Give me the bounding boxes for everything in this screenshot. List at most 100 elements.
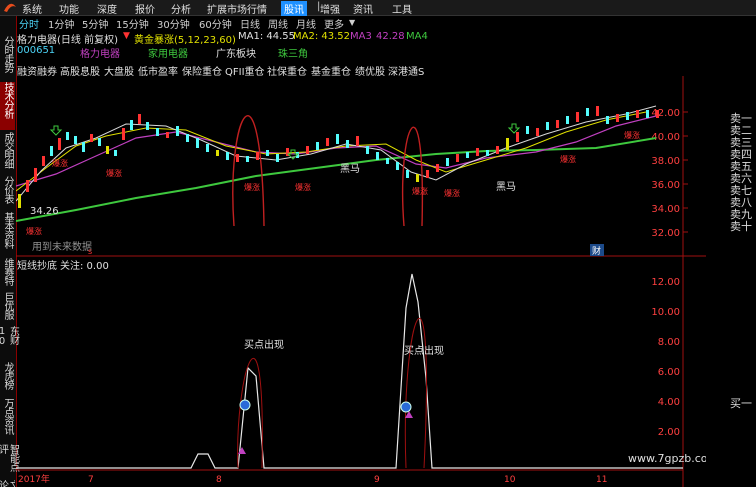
menu-function[interactable]: 功能 (59, 1, 79, 16)
menu-quote[interactable]: 报价 (135, 1, 155, 16)
osc-tick: 12.00 (651, 277, 680, 288)
vtab-price-table[interactable]: 分价表 (0, 176, 15, 210)
sector-guangdong[interactable]: 广东板块 (216, 45, 256, 60)
vtab-intraday-trend[interactable]: 分时走势 (0, 36, 15, 80)
finance-badge: 财 (592, 245, 601, 257)
menu-bar: 系统 功能 深度 报价 分析 扩展市场行情 股讯 | 增强 资讯 工具 (0, 0, 756, 16)
baozhang-label: 爆涨 (244, 182, 260, 192)
watermark: www.7gpzb.com (628, 452, 706, 465)
baozhang-label: 爆涨 (106, 168, 122, 178)
ma2-line (16, 111, 647, 192)
low-price-label: 34.26 (30, 206, 59, 217)
tab-5min[interactable]: 5分钟 (82, 16, 108, 31)
stock-name-tag[interactable]: 格力电器 (80, 45, 120, 60)
osc-focus: 关注: 0.00 (60, 259, 109, 272)
tab-1min[interactable]: 1分钟 (48, 16, 74, 31)
ma4-line (16, 137, 657, 222)
vtab-dongcai[interactable]: 东财10 (0, 326, 19, 360)
ma1-line (16, 105, 657, 202)
tab-60min[interactable]: 60分钟 (199, 16, 232, 31)
up-arrow-icon: ▼ (123, 31, 130, 41)
down-arrow-icon (507, 123, 521, 134)
vtab-trade-detail[interactable]: 成交明细 (0, 132, 15, 174)
left-tab-bar: 分时走势 技术分析 成交明细 分价表 基本资料 维赛特 巨优服 东财10 龙虎榜… (0, 16, 19, 487)
vtab-smart-review[interactable]: 智能点评 (0, 444, 19, 478)
price-tick: 42.00 (651, 108, 680, 119)
osc-name: 短线抄底 (17, 259, 57, 272)
vtab-dragon-tiger[interactable]: 龙虎榜 (0, 362, 15, 396)
price-tick: 36.00 (651, 180, 680, 191)
osc-tick: 4.00 (658, 397, 680, 408)
heima-label: 黑马 (340, 163, 360, 175)
stock-code: 000651 (17, 45, 56, 56)
price-tick: 38.00 (651, 156, 680, 167)
baozhang-label: 爆涨 (295, 182, 311, 192)
ma3-label: MA3 (350, 31, 372, 42)
menu-tools[interactable]: 工具 (392, 1, 412, 16)
menu-enhance[interactable]: 增强 (320, 1, 340, 16)
tab-intraday[interactable]: 分时 (19, 16, 39, 31)
vtab-technical-analysis[interactable]: 技术分析 (0, 82, 15, 130)
ma4-label: MA4 (406, 31, 428, 42)
vtab-juyou[interactable]: 巨优服 (0, 292, 15, 324)
ma2-value: MA2: 43.52 (293, 31, 351, 42)
concept-bar: 融资融券 高股息股 大盘股 低市盈率 保险重仓 QFII重仓 社保重仓 基金重仓… (17, 63, 756, 78)
tab-15min[interactable]: 15分钟 (116, 16, 149, 31)
menu-analysis[interactable]: 分析 (171, 1, 191, 16)
osc-tick: 6.00 (658, 367, 680, 378)
buy1-label: 买一 (730, 397, 752, 410)
future-data-note: 用到未来数据 (32, 240, 92, 253)
date-tick: 9 (374, 475, 380, 485)
tab-weekly[interactable]: 周线 (268, 16, 288, 31)
sector-prd[interactable]: 珠三角 (278, 45, 308, 60)
heima-label: 黑马 (496, 181, 516, 193)
menu-depth[interactable]: 深度 (97, 1, 117, 16)
indicator-name[interactable]: 黄金暴涨(5,12,23,60) (134, 31, 236, 46)
app-logo-icon (4, 3, 16, 13)
buy-ball-icon (239, 399, 251, 411)
menu-ext-market[interactable]: 扩展市场行情 (207, 1, 267, 16)
signal-curve (401, 126, 424, 227)
tab-daily[interactable]: 日线 (240, 16, 260, 31)
ma3-value: 42.28 (376, 31, 405, 42)
order-book-partial: 卖一 卖二 卖三 卖四 卖五 卖六 卖七 卖八 卖九 卖十 买一 (706, 113, 756, 487)
menu-stock-news[interactable]: 股讯 (281, 1, 307, 16)
more-dropdown-icon[interactable]: ▼ (349, 18, 355, 27)
vtab-niuwen[interactable]: 牛文论析 (0, 480, 15, 487)
vtab-weisaite[interactable]: 维赛特 (0, 258, 15, 290)
order-book-labels: 卖一 卖二 卖三 卖四 卖五 卖六 卖七 卖八 卖九 卖十 (730, 112, 752, 233)
marker-s: s (88, 247, 92, 256)
baozhang-label: 爆涨 (444, 188, 460, 198)
stock-title: 格力电器(日线 前复权) (17, 35, 118, 46)
buy-point-label: 买点出现 (404, 344, 444, 357)
baozhang-label: 爆涨 (560, 154, 576, 164)
ma1-value: MA1: 44.55 (238, 31, 296, 42)
baozhang-label: 爆涨 (52, 158, 68, 168)
baozhang-label: 爆涨 (624, 130, 640, 140)
tab-monthly[interactable]: 月线 (296, 16, 316, 31)
vtab-wandian-news[interactable]: 万点资讯 (0, 398, 15, 442)
date-tick: 7 (88, 475, 94, 485)
signal-curve (232, 115, 265, 227)
date-tick: 2017年 (18, 473, 50, 485)
date-axis: 2017年 7 8 9 10 11 (18, 473, 607, 485)
menu-system[interactable]: 系统 (22, 1, 42, 16)
price-tick: 32.00 (651, 228, 680, 239)
buy-ball-icon (400, 401, 412, 413)
vtab-profile[interactable]: 基本资料 (0, 212, 15, 256)
sector-appliance[interactable]: 家用电器 (148, 45, 188, 60)
price-tick: 34.00 (651, 204, 680, 215)
osc-red-curve (404, 317, 427, 469)
period-tab-bar: 分时 1分钟 5分钟 15分钟 30分钟 60分钟 日线 周线 月线 更多 ▼ … (16, 16, 756, 31)
osc-line (16, 273, 683, 469)
baozhang-label: 爆涨 (26, 226, 42, 236)
down-arrow-icon (49, 125, 63, 136)
tab-30min[interactable]: 30分钟 (157, 16, 190, 31)
buy-point-label: 买点出现 (244, 338, 284, 351)
osc-tick: 8.00 (658, 337, 680, 348)
menu-info[interactable]: 资讯 (353, 1, 373, 16)
baozhang-label: 爆涨 (412, 186, 428, 196)
tab-more[interactable]: 更多 (324, 16, 344, 31)
osc-tick: 2.00 (658, 427, 680, 438)
price-chart[interactable]: 42.00 40.00 38.00 36.00 34.00 32.00 12.0… (16, 76, 706, 487)
